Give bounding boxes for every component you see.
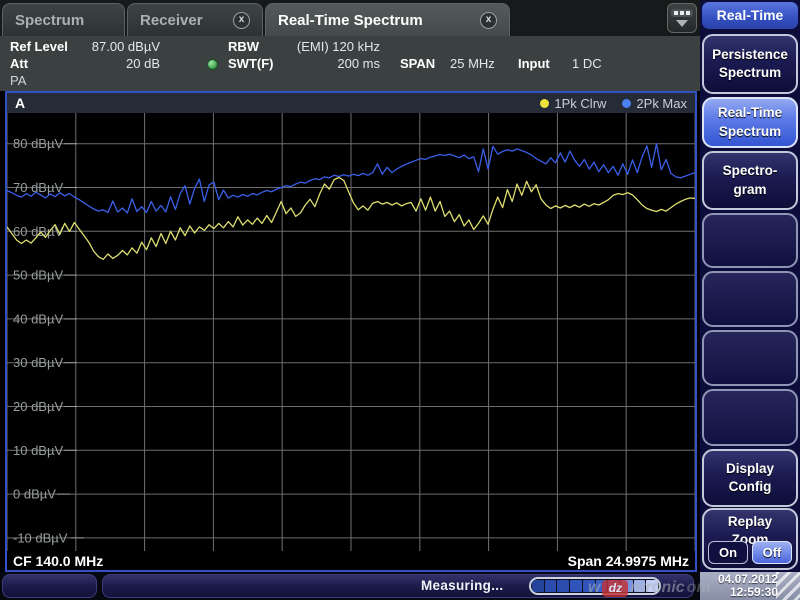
trace-color-dot <box>622 99 631 108</box>
status-led-green <box>207 59 218 70</box>
att-label: Att <box>10 56 28 71</box>
progress-segment <box>596 580 608 592</box>
progress-segment <box>608 580 620 592</box>
close-icon[interactable]: x <box>233 12 250 29</box>
svg-text:-10 dBµV: -10 dBµV <box>13 530 68 545</box>
center-frequency-readout: CF 140.0 MHz <box>13 553 103 569</box>
progress-segment <box>583 580 595 592</box>
tab-spectrum[interactable]: Spectrum <box>2 3 125 36</box>
softkey-display-config[interactable]: Display Config <box>702 449 798 507</box>
tab-label: Spectrum <box>15 12 84 29</box>
softkey-sidebar: Real-Time Persistence Spectrum Real-Time… <box>700 0 800 600</box>
svg-text:80 dBµV: 80 dBµV <box>13 136 63 151</box>
progress-segment <box>621 580 633 592</box>
chevron-down-icon <box>676 20 688 27</box>
tab-receiver[interactable]: Receiver x <box>127 3 263 36</box>
svg-text:0 dBµV: 0 dBµV <box>13 487 56 502</box>
input-value[interactable]: 1 DC <box>572 56 602 71</box>
trace-color-dot <box>540 99 549 108</box>
tab-overview-icon <box>671 9 693 17</box>
measurement-status-text: Measuring... <box>421 575 503 597</box>
softkey-empty-4 <box>702 389 798 446</box>
svg-text:30 dBµV: 30 dBµV <box>13 355 63 370</box>
swt-label: SWT(F) <box>228 56 273 71</box>
tab-bar: Spectrum Receiver x Real-Time Spectrum x <box>0 0 700 36</box>
softkey-replay-zoom[interactable]: Replay Zoom On Off <box>702 508 798 570</box>
legend-item-2pk-max: 2Pk Max <box>622 96 687 111</box>
softkey-spectrogram[interactable]: Spectro- gram <box>702 151 798 210</box>
ref-level-value[interactable]: 87.00 dBµV <box>60 39 160 54</box>
settings-panel: Ref Level 87.00 dBµV RBW (EMI) 120 kHz A… <box>0 36 700 91</box>
span-value[interactable]: 25 MHz <box>450 56 495 71</box>
progress-segment <box>646 580 658 592</box>
progress-segment <box>545 580 557 592</box>
progress-segment <box>532 580 544 592</box>
chart-footer: CF 140.0 MHz Span 24.9975 MHz <box>7 551 695 570</box>
att-value[interactable]: 20 dB <box>60 56 160 71</box>
svg-text:70 dBµV: 70 dBµV <box>13 180 63 195</box>
softkey-empty-1 <box>702 213 798 268</box>
close-icon[interactable]: x <box>480 12 497 29</box>
svg-text:20 dBµV: 20 dBµV <box>13 399 63 414</box>
tab-overview-button[interactable] <box>667 3 697 33</box>
transducer-label: PA <box>10 73 26 88</box>
svg-text:40 dBµV: 40 dBµV <box>13 311 63 326</box>
softkey-empty-3 <box>702 330 798 386</box>
replay-zoom-off-button[interactable]: Off <box>752 541 792 564</box>
rbw-value[interactable]: (EMI) 120 kHz <box>283 39 380 54</box>
progress-segment <box>570 580 582 592</box>
spectrum-window: A 1Pk Clrw2Pk Max 80 dBµV70 dBµV60 dBµV5… <box>5 91 697 572</box>
span-readout: Span 24.9975 MHz <box>568 553 689 569</box>
sweep-progress-bar <box>529 577 661 595</box>
softkey-menu-title: Real-Time <box>702 2 798 29</box>
input-label: Input <box>518 56 550 71</box>
svg-text:50 dBµV: 50 dBµV <box>13 268 63 283</box>
trace-legend: 1Pk Clrw 2Pk Max <box>540 96 687 111</box>
corner-hatch <box>776 572 800 600</box>
progress-segment <box>634 580 646 592</box>
softkey-real-time-spectrum[interactable]: Real-Time Spectrum <box>702 97 798 148</box>
progress-segment <box>557 580 569 592</box>
spectrum-plot: 80 dBµV70 dBµV60 dBµV50 dBµV40 dBµV30 dB… <box>7 113 695 551</box>
svg-text:10 dBµV: 10 dBµV <box>13 443 63 458</box>
tab-real-time-spectrum[interactable]: Real-Time Spectrum x <box>265 3 510 36</box>
swt-value[interactable]: 200 ms <box>283 56 380 71</box>
softkey-persistence-spectrum[interactable]: Persistence Spectrum <box>702 34 798 94</box>
window-label: A <box>15 95 25 111</box>
rbw-label: RBW <box>228 39 259 54</box>
status-panel-left <box>2 574 97 598</box>
instrument-screen: Spectrum Receiver x Real-Time Spectrum x… <box>0 0 800 600</box>
replay-zoom-toggle: On Off <box>708 541 792 564</box>
tab-label: Real-Time Spectrum <box>278 12 423 29</box>
datetime-display: 04.07.2012 12:59:30 <box>700 572 800 600</box>
softkey-empty-2 <box>702 271 798 327</box>
status-bar: Measuring... <box>0 572 700 600</box>
tab-label: Receiver <box>140 12 203 29</box>
span-label: SPAN <box>400 56 435 71</box>
legend-item-1pk-clrw: 1Pk Clrw <box>540 96 606 111</box>
time-value: 12:59:30 <box>700 586 778 599</box>
replay-zoom-on-button[interactable]: On <box>708 541 748 564</box>
status-panel-main: Measuring... <box>102 574 694 598</box>
chart-header: A 1Pk Clrw 2Pk Max <box>7 93 695 113</box>
